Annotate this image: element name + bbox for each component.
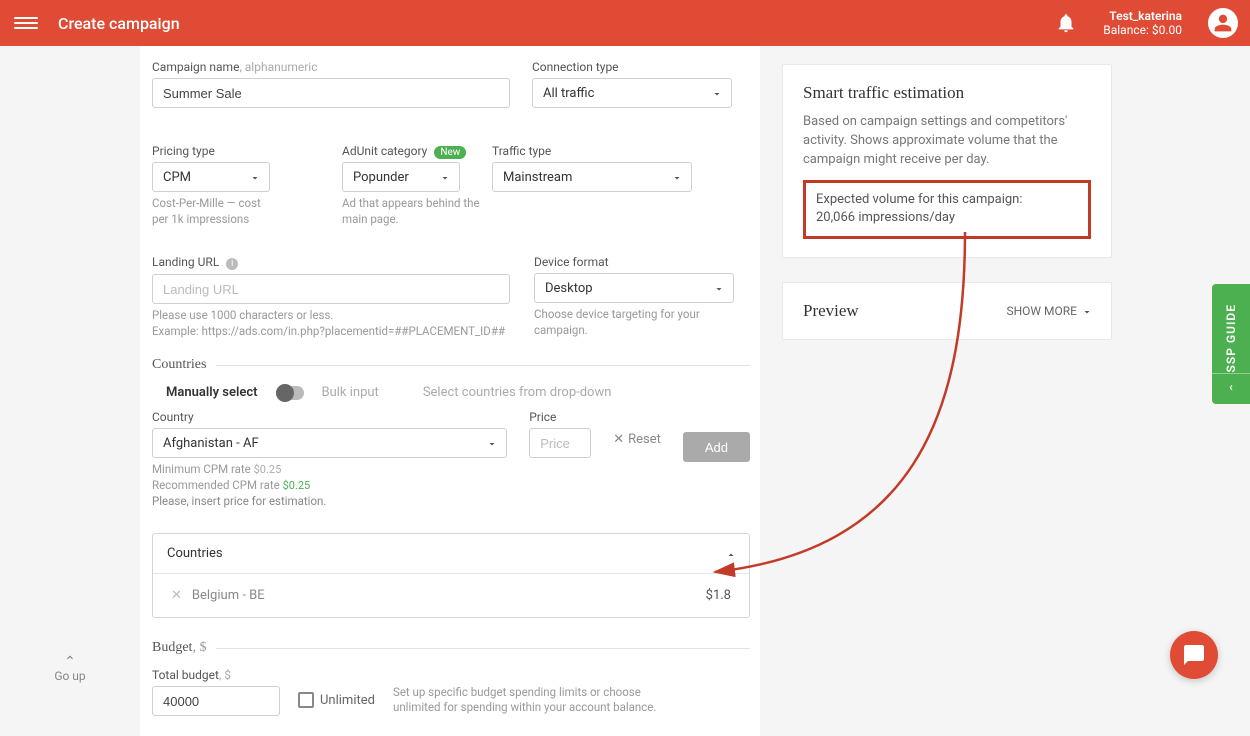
chevron-up-icon: [725, 549, 735, 559]
price-input[interactable]: [529, 428, 591, 458]
est-prompt: Please, insert price for estimation.: [152, 494, 507, 510]
chevron-down-icon: [711, 88, 721, 98]
account-info[interactable]: Test_katerina Balance: $0.00: [1103, 9, 1182, 38]
chevron-down-icon: [1081, 306, 1091, 316]
estimation-card: Smart traffic estimation Based on campai…: [782, 64, 1112, 258]
traffic-type-label: Traffic type: [492, 144, 692, 158]
input-mode-toggle[interactable]: [276, 386, 304, 400]
close-icon: ✕: [613, 432, 624, 447]
avatar-icon[interactable]: [1208, 8, 1238, 38]
chevron-left-icon: ‹: [1212, 373, 1250, 394]
chevron-down-icon: [713, 283, 723, 293]
pricing-type-label: Pricing type: [152, 144, 272, 158]
bulk-help: Select countries from drop-down: [423, 385, 612, 400]
campaign-name-label: Campaign name, alphanumeric: [152, 60, 510, 74]
account-name: Test_katerina: [1103, 9, 1182, 23]
traffic-type-select[interactable]: Mainstream: [492, 162, 692, 192]
adunit-help: Ad that appears behind the main page.: [342, 196, 492, 227]
estimation-desc: Based on campaign settings and competito…: [803, 113, 1091, 170]
account-balance: Balance: $0.00: [1103, 23, 1182, 37]
adunit-label: AdUnit category New: [342, 144, 482, 158]
chat-button[interactable]: [1170, 631, 1218, 679]
ssp-guide-tab[interactable]: SSP GUIDE ‹: [1212, 284, 1250, 404]
preview-card: Preview SHOW MORE: [782, 282, 1112, 340]
landing-help-1: Please use 1000 characters or less.: [152, 308, 510, 324]
connection-type-select[interactable]: All traffic: [532, 78, 732, 108]
unlimited-checkbox[interactable]: Unlimited: [298, 692, 375, 708]
chevron-down-icon: [486, 438, 496, 448]
notifications-icon[interactable]: [1055, 12, 1077, 34]
chevron-down-icon: [439, 172, 449, 182]
landing-url-input[interactable]: [152, 274, 510, 304]
bulk-input-label: Bulk input: [322, 385, 379, 400]
adunit-select[interactable]: Popunder: [342, 162, 460, 192]
new-badge: New: [434, 146, 466, 159]
countries-list-card: Countries ✕ Belgium - BE $1.8: [152, 533, 750, 618]
campaign-form: Campaign name, alphanumeric Connection t…: [140, 46, 760, 736]
show-more-button[interactable]: SHOW MORE: [1006, 304, 1091, 318]
pricing-help: Cost-Per-Mille — cost per 1k impressions: [152, 196, 272, 227]
campaign-name-input[interactable]: [152, 78, 510, 108]
min-rate: Minimum CPM rate $0.25: [152, 462, 507, 478]
device-format-select[interactable]: Desktop: [534, 273, 734, 303]
budget-help: Set up specific budget spending limits o…: [393, 685, 663, 716]
total-budget-label: Total budget, $: [152, 668, 280, 682]
page-title: Create campaign: [58, 14, 180, 33]
remove-country-icon[interactable]: ✕: [171, 588, 182, 603]
go-up-button[interactable]: ⌃ Go up: [0, 656, 140, 683]
country-row-item: ✕ Belgium - BE $1.8: [153, 574, 749, 617]
topbar: Create campaign Test_katerina Balance: $…: [0, 0, 1250, 46]
reset-button[interactable]: ✕ Reset: [613, 432, 661, 447]
chevron-up-icon: ⌃: [0, 656, 140, 669]
info-icon[interactable]: i: [226, 258, 238, 270]
countries-section-title: Countries: [152, 357, 750, 373]
total-budget-input[interactable]: [152, 686, 280, 716]
device-help: Choose device targeting for your campaig…: [534, 307, 734, 338]
menu-icon[interactable]: [14, 17, 38, 29]
pricing-type-select[interactable]: CPM: [152, 162, 270, 192]
countries-card-header[interactable]: Countries: [153, 534, 749, 574]
device-format-label: Device format: [534, 255, 734, 269]
country-name: Belgium - BE: [192, 588, 265, 603]
rec-rate: Recommended CPM rate $0.25: [152, 478, 507, 494]
estimation-highlight-box: Expected volume for this campaign: 20,06…: [803, 180, 1091, 240]
preview-title: Preview: [803, 301, 859, 321]
connection-type-label: Connection type: [532, 60, 732, 74]
manual-select-label: Manually select: [166, 385, 258, 400]
price-label: Price: [529, 410, 591, 424]
estimation-title: Smart traffic estimation: [803, 83, 1091, 103]
checkbox-icon: [298, 692, 314, 708]
budget-section-title: Budget, $: [152, 640, 750, 656]
country-price: $1.8: [706, 588, 731, 603]
country-select[interactable]: Afghanistan - AF: [152, 428, 507, 458]
chevron-down-icon: [671, 172, 681, 182]
add-button[interactable]: Add: [683, 432, 750, 462]
landing-url-label: Landing URL i: [152, 255, 510, 270]
chevron-down-icon: [249, 172, 259, 182]
country-label: Country: [152, 410, 507, 424]
landing-help-2: Example: https://ads.com/in.php?placemen…: [152, 324, 510, 340]
